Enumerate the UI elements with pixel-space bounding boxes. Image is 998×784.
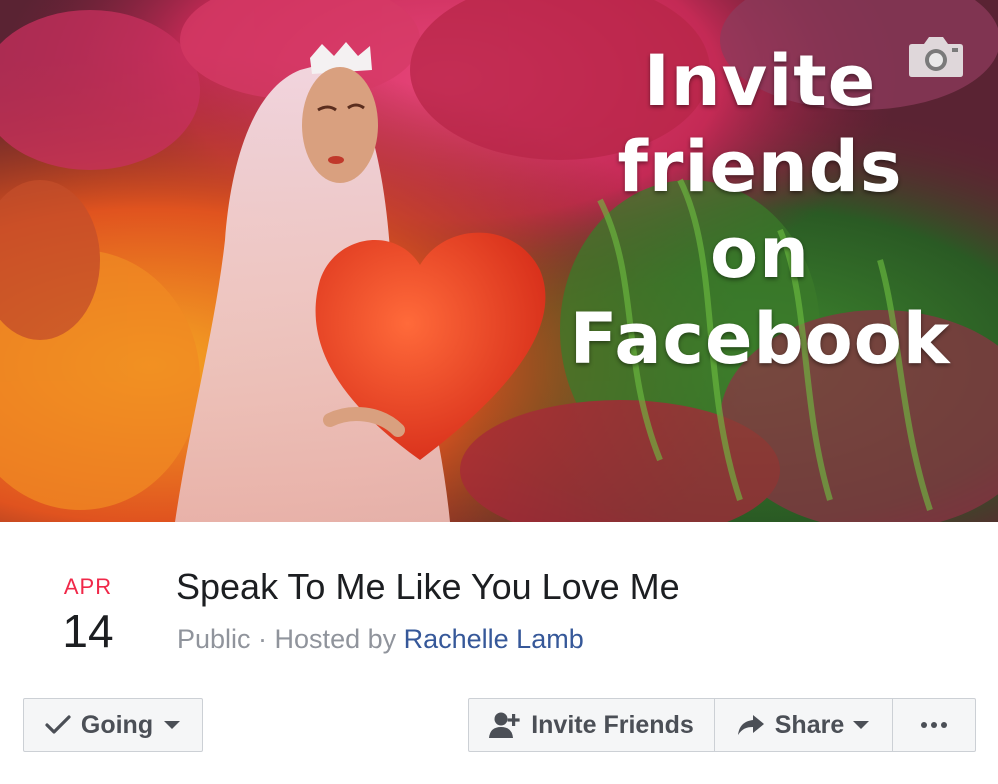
hosted-by-label: Hosted by bbox=[274, 624, 404, 654]
checkmark-icon bbox=[45, 715, 71, 734]
camera-icon[interactable] bbox=[908, 34, 964, 78]
invite-friends-button[interactable]: Invite Friends bbox=[469, 699, 715, 751]
add-person-icon bbox=[489, 712, 520, 738]
cover-text-line: Invite bbox=[643, 40, 877, 122]
event-cover-photo: Invite friends on Facebook bbox=[0, 0, 998, 522]
caret-down-icon bbox=[164, 721, 181, 729]
cover-text-line: friends bbox=[617, 126, 903, 208]
share-arrow-icon bbox=[737, 715, 764, 735]
cover-text-line: on bbox=[710, 212, 810, 294]
meta-separator: · bbox=[250, 624, 275, 654]
host-link[interactable]: Rachelle Lamb bbox=[404, 624, 584, 654]
going-label: Going bbox=[80, 710, 154, 739]
cover-text-line: Facebook bbox=[569, 298, 951, 380]
going-button[interactable]: Going bbox=[23, 698, 203, 752]
event-date-day: 14 bbox=[62, 605, 114, 657]
invite-friends-label: Invite Friends bbox=[531, 710, 694, 739]
event-action-buttons: Invite Friends Share bbox=[468, 698, 976, 752]
event-privacy: Public bbox=[177, 624, 251, 654]
more-dots-icon bbox=[921, 722, 947, 728]
event-title: Speak To Me Like You Love Me bbox=[176, 566, 680, 607]
more-options-button[interactable] bbox=[893, 699, 975, 751]
event-date-month: APR bbox=[63, 574, 113, 599]
cover-overlay-text: Invite friends on Facebook bbox=[560, 38, 960, 382]
share-label: Share bbox=[774, 710, 845, 739]
share-button[interactable]: Share bbox=[715, 699, 893, 751]
event-meta: Public · Hosted by Rachelle Lamb bbox=[177, 624, 584, 655]
caret-down-icon bbox=[853, 721, 870, 729]
